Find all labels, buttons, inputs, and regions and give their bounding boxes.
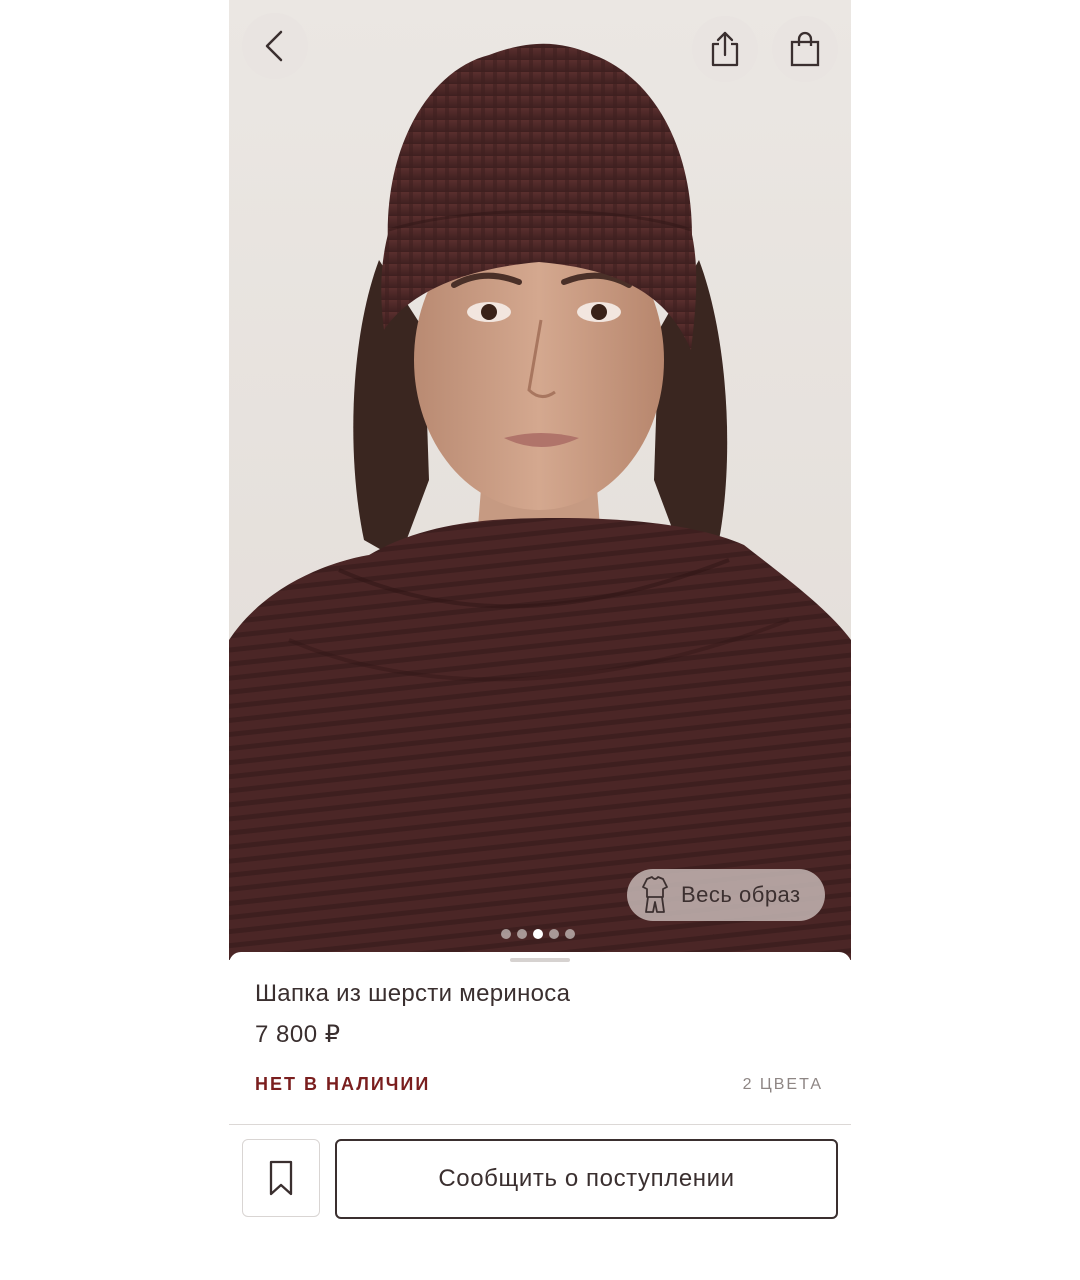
product-photo[interactable]: Весь образ bbox=[229, 0, 851, 960]
chevron-left-icon bbox=[265, 30, 283, 62]
back-button[interactable] bbox=[242, 13, 308, 79]
pagination-dot[interactable] bbox=[549, 929, 559, 939]
pagination-dot[interactable] bbox=[501, 929, 511, 939]
outfit-icon bbox=[642, 876, 668, 913]
product-price: 7 800 ₽ bbox=[255, 1021, 341, 1048]
gallery-pagination bbox=[501, 929, 575, 941]
stock-status: НЕТ В НАЛИЧИИ bbox=[255, 1074, 431, 1094]
colors-count-link[interactable]: 2 ЦВЕТА bbox=[743, 1076, 823, 1094]
notify-when-available-button[interactable]: Сообщить о поступлении bbox=[335, 1139, 838, 1219]
cart-button[interactable] bbox=[772, 16, 838, 82]
sheet-grabber[interactable] bbox=[510, 958, 570, 962]
product-title: Шапка из шерсти мериноса bbox=[255, 980, 571, 1007]
share-icon bbox=[711, 31, 739, 67]
full-look-label: Весь образ bbox=[681, 882, 801, 907]
add-to-favorites-button[interactable] bbox=[242, 1139, 320, 1217]
model-photo-image bbox=[229, 0, 851, 960]
shopping-bag-icon bbox=[790, 31, 820, 67]
share-button[interactable] bbox=[692, 16, 758, 82]
product-info-sheet: Шапка из шерсти мериноса 7 800 ₽ НЕТ В Н… bbox=[229, 952, 851, 1280]
screen: Весь образ Шапка из шерсти мериноса 7 80… bbox=[0, 0, 1080, 1280]
pagination-dot-active[interactable] bbox=[533, 929, 543, 939]
full-look-button[interactable]: Весь образ bbox=[627, 869, 825, 921]
divider bbox=[229, 1124, 851, 1125]
pagination-dot[interactable] bbox=[517, 929, 527, 939]
product-page: Весь образ Шапка из шерсти мериноса 7 80… bbox=[229, 0, 851, 1280]
pagination-dot[interactable] bbox=[565, 929, 575, 939]
bookmark-icon bbox=[269, 1160, 293, 1196]
